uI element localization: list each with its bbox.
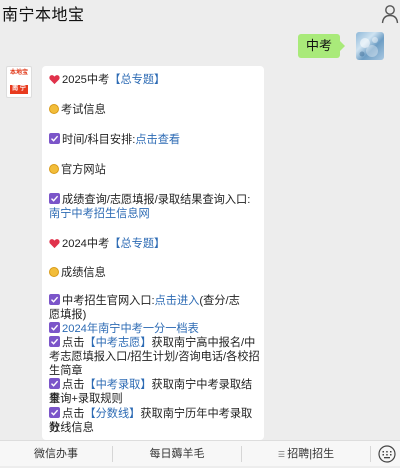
list-item: 考试信息 bbox=[49, 103, 261, 117]
keyboard-icon[interactable] bbox=[378, 445, 396, 463]
subheading-exam-info: 考试信息 bbox=[61, 104, 106, 116]
menu-wechat-service[interactable]: 微信办事 bbox=[0, 441, 112, 467]
link-score-table[interactable]: 2024年南宁中考一分一档表 bbox=[62, 323, 199, 335]
checkbox-icon bbox=[49, 336, 60, 347]
menu-list-icon: ☰ bbox=[277, 450, 288, 459]
official-entry-note: (查分/志 bbox=[199, 295, 240, 307]
heart-icon bbox=[49, 75, 60, 85]
list-item: 中考招生官网入口:点击进入(查分/志 bbox=[49, 294, 261, 308]
list-item: 时间/科目安排:点击查看 bbox=[49, 133, 261, 147]
link-enter-site[interactable]: 点击进入 bbox=[155, 295, 200, 307]
user-icon[interactable] bbox=[381, 4, 399, 24]
checkbox-icon bbox=[49, 322, 60, 333]
list-item: 2025中考【总专题】 bbox=[49, 73, 261, 87]
checkbox-icon bbox=[49, 378, 60, 389]
bottom-menu: 微信办事 每日薅羊毛 ☰ 招聘|招生 bbox=[0, 440, 400, 466]
yellow-circle-icon bbox=[49, 164, 59, 174]
link-view-schedule[interactable]: 点击查看 bbox=[135, 134, 180, 146]
checkbox-icon bbox=[49, 193, 60, 204]
menu-recruitment-label: 招聘|招生 bbox=[287, 448, 335, 460]
menu-daily-deals[interactable]: 每日薅羊毛 bbox=[113, 441, 241, 467]
incoming-message-card: 2025中考【总专题】 考试信息 时间/科目安排:点击查看 官方网站 成绩查询/… bbox=[42, 66, 264, 440]
section-title-2024: 2024中考 bbox=[62, 238, 110, 250]
list-item: 愿填报) bbox=[49, 308, 261, 322]
account-logo-text: 本地宝 bbox=[9, 70, 28, 76]
list-item: 2024中考【总专题】 bbox=[49, 237, 261, 251]
account-logo-city: 南 宁 bbox=[10, 85, 28, 94]
my-avatar[interactable] bbox=[356, 32, 384, 60]
volunteer-desc-cont: 考志愿填报入口/招生计划/咨询电话/各校招 bbox=[49, 351, 260, 363]
click-label: 点击 bbox=[62, 379, 85, 391]
click-label: 点击 bbox=[62, 408, 85, 420]
official-entry-note-cont: 愿填报) bbox=[49, 309, 87, 321]
menu-recruitment[interactable]: ☰ 招聘|招生 bbox=[242, 441, 370, 467]
link-admission[interactable]: 【中考录取】 bbox=[84, 379, 151, 391]
menu-divider bbox=[370, 446, 371, 462]
heart-icon bbox=[49, 239, 60, 249]
outgoing-message: 中考 bbox=[264, 32, 384, 60]
chat-title: 南宁本地宝 bbox=[2, 7, 85, 24]
checkbox-icon bbox=[49, 407, 60, 418]
checkbox-icon bbox=[49, 133, 60, 144]
account-avatar[interactable]: 本地宝 南 宁 bbox=[6, 66, 32, 98]
link-2024-topic[interactable]: 【总专题】 bbox=[109, 238, 165, 250]
list-item: 生简章 bbox=[49, 364, 261, 378]
link-2025-topic[interactable]: 【总专题】 bbox=[109, 74, 165, 86]
list-item: 南宁中考招生信息网 bbox=[49, 207, 261, 221]
checkbox-icon bbox=[49, 294, 60, 305]
link-volunteer[interactable]: 【中考志愿】 bbox=[84, 337, 151, 349]
admission-desc-cont: 查询+录取规则 bbox=[49, 393, 123, 405]
list-item: 查询+录取规则 bbox=[49, 392, 261, 406]
yellow-circle-icon bbox=[49, 104, 59, 114]
volunteer-desc: 获取南宁高中报名/中 bbox=[151, 337, 256, 349]
list-item: 2024年南宁中考一分一档表 bbox=[49, 322, 261, 336]
list-item: 官方网站 bbox=[49, 163, 261, 177]
subheading-official-site: 官方网站 bbox=[61, 164, 106, 176]
list-item: 点击【中考志愿】获取南宁高中报名/中 bbox=[49, 336, 261, 350]
subheading-score-info: 成绩信息 bbox=[61, 267, 106, 279]
list-item: 成绩信息 bbox=[49, 266, 261, 280]
list-item: 成绩查询/志愿填报/录取结果查询入口: bbox=[49, 193, 261, 207]
yellow-circle-icon bbox=[49, 267, 59, 277]
click-label: 点击 bbox=[62, 337, 85, 349]
volunteer-desc-end: 生简章 bbox=[49, 365, 83, 377]
list-item: 数线信息 bbox=[49, 421, 261, 435]
outgoing-bubble[interactable]: 中考 bbox=[297, 34, 346, 58]
section-title-2025: 2025中考 bbox=[62, 74, 110, 86]
score-line-desc-cont: 数线信息 bbox=[49, 422, 94, 434]
chat-header: 南宁本地宝 bbox=[0, 0, 400, 30]
link-admission-site[interactable]: 南宁中考招生信息网 bbox=[49, 208, 150, 220]
link-score-line[interactable]: 【分数线】 bbox=[84, 408, 140, 420]
query-entry-label: 成绩查询/志愿填报/录取结果查询入口: bbox=[62, 194, 251, 206]
list-item: 考志愿填报入口/招生计划/咨询电话/各校招 bbox=[49, 350, 261, 364]
official-entry-label: 中考招生官网入口: bbox=[62, 295, 155, 307]
schedule-label: 时间/科目安排: bbox=[62, 134, 136, 146]
